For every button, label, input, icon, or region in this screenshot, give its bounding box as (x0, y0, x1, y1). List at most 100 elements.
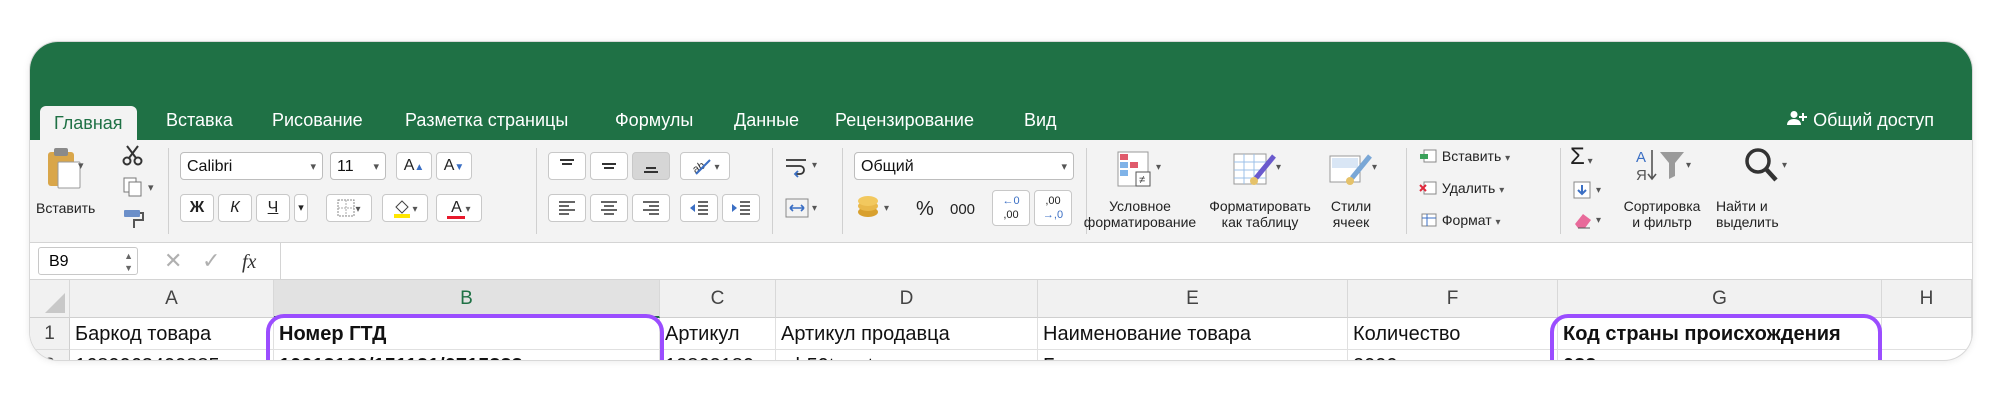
italic-button[interactable]: К (218, 194, 252, 222)
cell-d1[interactable]: Артикул продавца (776, 318, 1038, 350)
scissors-icon[interactable] (122, 144, 144, 171)
wrap-text-icon[interactable]: ▾ (784, 154, 824, 183)
fill-icon[interactable]: ▾ (1572, 180, 1608, 205)
corner-triangle-icon (45, 293, 65, 313)
function-icon[interactable]: fx (242, 251, 256, 273)
column-header-b[interactable]: B (274, 280, 660, 318)
sort-filter-label[interactable]: Сортировка и фильтр (1612, 198, 1712, 230)
borders-button[interactable]: ▾ (326, 194, 372, 222)
increase-indent-button[interactable] (722, 194, 760, 222)
font-color-icon: A (447, 200, 466, 219)
search-icon[interactable]: ▾ (1742, 146, 1792, 193)
find-select-label[interactable]: Найти и выделить (1716, 198, 1796, 230)
fill-color-button[interactable]: ▾ (382, 194, 428, 222)
row-header-2[interactable]: 2 (30, 350, 70, 360)
cell-f2[interactable]: 2000 (1348, 350, 1558, 360)
format-cells-icon (1418, 212, 1438, 231)
orientation-button[interactable]: ab ▾ (680, 152, 730, 180)
bold-button[interactable]: Ж (180, 194, 214, 222)
column-header-d[interactable]: D (776, 280, 1038, 318)
align-right-button[interactable] (632, 194, 670, 222)
format-painter-icon[interactable] (122, 208, 146, 235)
cell-e1[interactable]: Наименование товара (1038, 318, 1348, 350)
increase-decimal-button[interactable]: ←0,00 (992, 190, 1030, 226)
svg-text:Я: Я (1636, 167, 1647, 184)
percent-style-button[interactable]: % (916, 198, 934, 220)
cell-styles-label[interactable]: Стили ячеек (1318, 198, 1384, 230)
confirm-icon[interactable]: ✓ (202, 249, 220, 273)
autosum-button[interactable]: Σ ▾ (1570, 144, 1593, 175)
merge-cells-icon[interactable]: ▾ (784, 196, 824, 225)
paste-dropdown-icon[interactable]: ▾ (78, 158, 84, 174)
ribbon-separator (536, 148, 537, 234)
column-header-c[interactable]: C (660, 280, 776, 318)
tab-view[interactable]: Вид (1024, 100, 1057, 140)
ribbon-separator (842, 148, 843, 234)
cell-d2[interactable]: wb59toaotq (776, 350, 1038, 360)
cell-styles-icon[interactable]: ▾ (1326, 148, 1382, 195)
font-color-button[interactable]: A ▾ (436, 194, 482, 222)
copy-dropdown-icon[interactable]: ▾ (148, 180, 154, 196)
tab-draw[interactable]: Рисование (272, 100, 363, 140)
tab-insert[interactable]: Вставка (166, 100, 233, 140)
column-header-h[interactable]: H (1882, 280, 1972, 318)
row-header-1[interactable]: 1 (30, 318, 70, 350)
column-header-f[interactable]: F (1348, 280, 1558, 318)
increase-font-button[interactable]: A▲ (396, 152, 432, 180)
font-name-select[interactable]: Calibri ▾ (180, 152, 323, 180)
select-all-corner[interactable] (30, 280, 70, 318)
cell-e2[interactable]: Болеро (1038, 350, 1348, 360)
format-as-table-icon[interactable]: ▾ (1230, 148, 1286, 195)
column-header-a[interactable]: A (70, 280, 274, 318)
decrease-font-button[interactable]: A▼ (436, 152, 472, 180)
align-center-button[interactable] (590, 194, 628, 222)
insert-cells-icon (1418, 148, 1438, 167)
conditional-formatting-icon[interactable]: ≠ ▾ (1114, 148, 1166, 195)
insert-cells-button[interactable]: Вставить ▾ (1418, 148, 1510, 167)
share-button[interactable]: Общий доступ (1787, 100, 1934, 140)
decrease-decimal-bottom: →,0 (1042, 209, 1064, 221)
clear-icon[interactable]: ▾ (1572, 210, 1608, 235)
currency-format-icon[interactable]: ▾ (856, 194, 896, 225)
cell-a1[interactable]: Баркод товара (70, 318, 274, 350)
decrease-decimal-button[interactable]: ,00 →,0 (1034, 190, 1072, 226)
align-bottom-icon (641, 157, 661, 174)
cancel-icon[interactable]: ✕ (164, 249, 182, 273)
underline-button[interactable]: Ч (256, 194, 290, 222)
align-left-button[interactable] (548, 194, 586, 222)
align-top-button[interactable] (548, 152, 586, 180)
cell-h2[interactable] (1882, 350, 1972, 360)
font-size-select[interactable]: 11 ▾ (330, 152, 386, 180)
format-as-table-label[interactable]: Форматировать как таблицу (1202, 198, 1318, 230)
column-header-g[interactable]: G (1558, 280, 1882, 318)
column-header-e[interactable]: E (1038, 280, 1348, 318)
svg-text:▾: ▾ (1372, 162, 1377, 173)
name-box[interactable]: B9 ▲ ▼ (38, 247, 138, 275)
tab-data[interactable]: Данные (734, 100, 799, 140)
tab-home[interactable]: Главная (40, 106, 137, 140)
comma-style-button[interactable]: 000 (950, 200, 975, 220)
font-size-value: 11 (337, 158, 354, 175)
tab-review[interactable]: Рецензирование (835, 100, 974, 140)
align-middle-button[interactable] (590, 152, 628, 180)
fat-label-line2: как таблицу (1221, 214, 1299, 230)
cs-label-line2: ячеек (1332, 214, 1370, 230)
format-cells-button[interactable]: Формат ▾ (1418, 212, 1501, 231)
tab-formulas[interactable]: Формулы (615, 100, 693, 140)
font-name-value: Calibri (187, 158, 233, 175)
cell-a2[interactable]: 1680063400885 (70, 350, 274, 360)
delete-cells-button[interactable]: Удалить ▾ (1418, 180, 1504, 199)
underline-dropdown-icon[interactable]: ▾ (294, 194, 308, 222)
tab-page-layout[interactable]: Разметка страницы (405, 100, 568, 140)
decrease-indent-button[interactable] (680, 194, 718, 222)
conditional-formatting-label[interactable]: Условное форматирование (1080, 198, 1200, 230)
number-format-select[interactable]: Общий ▾ (854, 152, 1074, 180)
cell-f1[interactable]: Количество (1348, 318, 1558, 350)
align-bottom-button[interactable] (632, 152, 670, 180)
sf-label-line1: Сортировка (1623, 198, 1701, 214)
cell-c2[interactable]: 12862180 (660, 350, 776, 360)
cell-h1[interactable] (1882, 318, 1972, 350)
copy-icon[interactable] (122, 176, 144, 203)
cell-c1[interactable]: Артикул (660, 318, 776, 350)
sort-filter-icon[interactable]: А Я ▾ (1634, 146, 1694, 193)
